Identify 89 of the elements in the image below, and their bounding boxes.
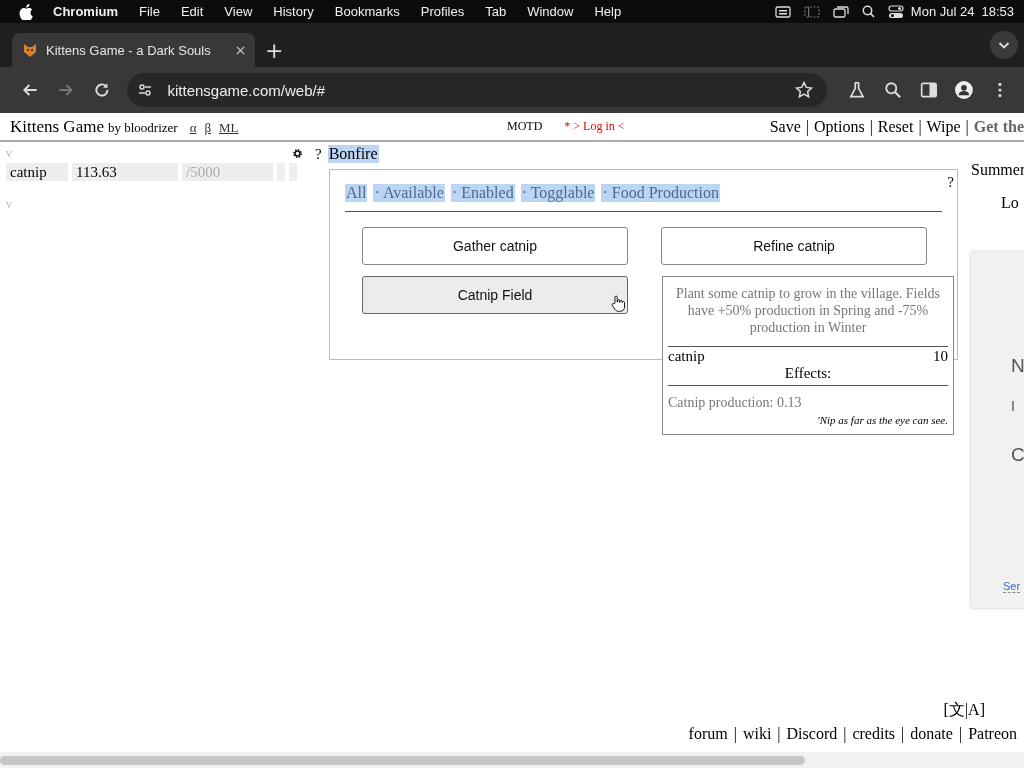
filter-link[interactable]: All bbox=[345, 184, 368, 202]
log-title: Lo bbox=[1001, 194, 1019, 212]
header-action-link[interactable]: Wipe bbox=[926, 117, 961, 136]
menu-item[interactable]: View bbox=[224, 4, 253, 19]
effects-title: Effects: bbox=[668, 365, 948, 386]
resource-name: catnip bbox=[6, 163, 68, 181]
separator-text: | bbox=[901, 725, 905, 743]
motd-link[interactable]: MOTD bbox=[507, 119, 543, 134]
horizontal-scrollbar[interactable] bbox=[0, 752, 1024, 768]
resource-max: /5000 bbox=[182, 163, 273, 181]
site-settings-icon[interactable] bbox=[137, 82, 154, 98]
apple-logo-icon[interactable] bbox=[19, 3, 33, 20]
search-icon[interactable] bbox=[883, 81, 902, 99]
cat-favicon-icon bbox=[22, 42, 38, 58]
close-icon[interactable] bbox=[236, 45, 245, 55]
tab-search-icon[interactable] bbox=[990, 31, 1018, 59]
building-button[interactable]: Catnip Field bbox=[362, 276, 628, 314]
separator-text: | bbox=[777, 725, 781, 743]
profile-icon[interactable] bbox=[955, 81, 974, 99]
flavor-text: 'Nip as far as the eye can see. bbox=[816, 414, 948, 426]
promo-link[interactable]: Get the bbox=[973, 117, 1024, 136]
menu-item[interactable]: Profiles bbox=[420, 4, 465, 19]
header-action-link[interactable]: Save bbox=[769, 117, 801, 136]
filter-link[interactable]: · Available bbox=[373, 184, 445, 202]
footer-link[interactable]: donate bbox=[910, 725, 953, 743]
card-link[interactable]: Ser bbox=[1003, 580, 1021, 593]
sidebar-icon[interactable] bbox=[803, 5, 820, 18]
card-text: C bbox=[1011, 444, 1024, 466]
new-tab-button[interactable]: + bbox=[257, 33, 292, 67]
keyboard-icon[interactable] bbox=[774, 5, 791, 18]
price-amount: 10 bbox=[933, 348, 948, 365]
footer-link[interactable]: wiki bbox=[742, 725, 772, 743]
header-action-link[interactable]: Reset bbox=[877, 117, 914, 136]
filter-link[interactable]: · Food Production bbox=[601, 184, 720, 202]
footer-link[interactable]: Patreon bbox=[968, 725, 1017, 743]
separator-text: | bbox=[918, 117, 922, 136]
separator-text: | bbox=[965, 117, 969, 136]
card-text: N bbox=[1011, 355, 1024, 377]
settings-icon[interactable] bbox=[292, 148, 303, 159]
help-link[interactable]: ? bbox=[947, 174, 954, 191]
price-name: catnip bbox=[668, 348, 705, 365]
footer-link[interactable]: forum bbox=[688, 725, 728, 743]
building-button[interactable]: Refine catnip bbox=[661, 227, 927, 265]
resource-amount: 113.63 bbox=[72, 163, 178, 181]
help-link[interactable]: ? bbox=[315, 145, 322, 163]
menu-item[interactable]: Edit bbox=[180, 4, 204, 19]
tab-title: Kittens Game - a Dark Souls bbox=[46, 42, 212, 58]
building-button[interactable]: Gather catnip bbox=[362, 227, 628, 265]
menu-item[interactable]: Window bbox=[527, 4, 574, 19]
separator-text: | bbox=[733, 725, 737, 743]
author-byline: by bloodrizer bbox=[107, 119, 178, 136]
header-link[interactable]: ML bbox=[219, 119, 239, 136]
control-center-icon[interactable] bbox=[887, 4, 904, 19]
flask-icon[interactable] bbox=[847, 81, 866, 99]
menu-item[interactable]: Help bbox=[594, 4, 622, 19]
address-bar[interactable]: kittensgame.com/web/# bbox=[127, 73, 827, 107]
separator-text: | bbox=[869, 117, 873, 136]
tooltip-description: Plant some catnip to grow in the village. Fields have +50% production in Spring and -75% production in Winter bbox=[668, 285, 948, 347]
menu-bar-time: 18:53 bbox=[981, 4, 1014, 19]
separator-text: | bbox=[805, 117, 809, 136]
menu-item[interactable]: History bbox=[273, 4, 314, 19]
reload-icon[interactable] bbox=[92, 81, 111, 99]
browser-tab[interactable]: Kittens Game - a Dark Souls bbox=[12, 33, 255, 67]
game-tab[interactable]: Bonfire bbox=[327, 145, 379, 163]
game-title: Kittens Game bbox=[10, 116, 104, 137]
filter-link[interactable]: · Enabled bbox=[450, 184, 515, 202]
url-text: kittensgame.com/web/# bbox=[167, 81, 327, 99]
header-link[interactable]: β bbox=[204, 119, 212, 136]
separator-text: | bbox=[958, 725, 963, 743]
language-toggle[interactable]: [文|A] bbox=[943, 700, 985, 721]
search-icon[interactable] bbox=[861, 5, 875, 18]
bookmark-star-icon[interactable] bbox=[794, 81, 813, 99]
footer-link[interactable]: Discord bbox=[786, 725, 838, 743]
filter-link[interactable]: · Togglable bbox=[520, 184, 596, 202]
header-link[interactable]: α bbox=[189, 119, 197, 136]
header-action-link[interactable]: Options bbox=[813, 117, 865, 136]
hand-cursor-icon bbox=[611, 295, 625, 312]
side-panel-icon[interactable] bbox=[919, 81, 938, 99]
login-link[interactable]: * > Log in < bbox=[564, 119, 625, 134]
menu-item[interactable]: Bookmarks bbox=[334, 4, 400, 19]
menu-item[interactable]: File bbox=[139, 4, 160, 19]
footer-link[interactable]: credits bbox=[852, 725, 896, 743]
app-menu[interactable]: Chromium bbox=[53, 4, 118, 19]
card-text: I bbox=[1011, 398, 1015, 414]
effect-text: Catnip production: 0.13 bbox=[668, 395, 803, 411]
menu-item[interactable]: Tab bbox=[485, 4, 507, 19]
menu-bar-date: Mon Jul 24 bbox=[910, 4, 975, 19]
windows-icon[interactable] bbox=[832, 5, 849, 18]
separator-text: | bbox=[843, 725, 847, 743]
